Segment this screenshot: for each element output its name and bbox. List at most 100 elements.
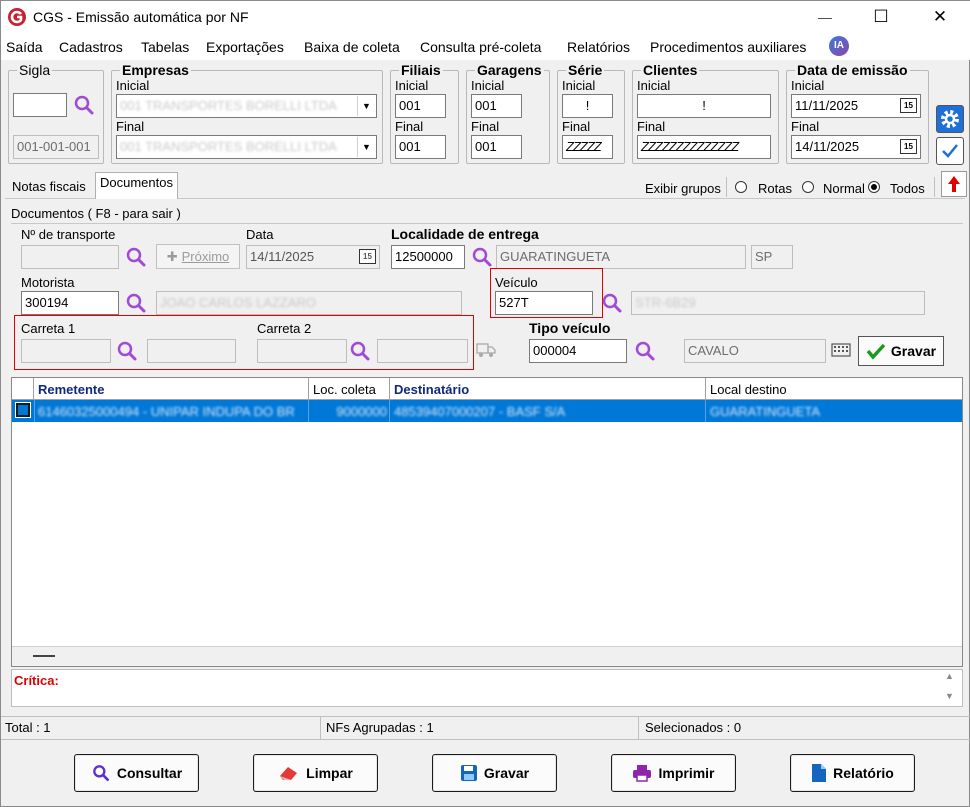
calendar-icon[interactable]: 15 bbox=[359, 249, 376, 264]
row-checkbox[interactable] bbox=[15, 402, 31, 418]
empresas-title: Empresas bbox=[120, 62, 191, 78]
minimize-button[interactable]: — bbox=[811, 5, 839, 29]
data-doc-input[interactable]: 14/11/2025 15 bbox=[246, 245, 380, 269]
garagem-final-input[interactable]: 001 bbox=[471, 135, 522, 159]
veiculo-label: Veículo bbox=[495, 275, 538, 290]
status-nfs-agrupadas: NFs Agrupadas : 1 bbox=[322, 717, 639, 739]
clientes-inicial-label: Inicial bbox=[637, 78, 671, 93]
tipo-veiculo-input[interactable]: 000004 bbox=[529, 339, 627, 363]
search-icon[interactable] bbox=[124, 291, 148, 315]
radio-todos[interactable] bbox=[868, 181, 880, 193]
scroll-up-icon[interactable]: ▲ bbox=[945, 671, 954, 681]
cliente-inicial-input[interactable]: ! bbox=[637, 94, 771, 118]
menu-baixa-coleta[interactable]: Baixa de coleta bbox=[304, 39, 400, 55]
gravar-button[interactable]: Gravar bbox=[432, 754, 557, 792]
garagem-inicial-input[interactable]: 001 bbox=[471, 94, 522, 118]
search-icon[interactable] bbox=[470, 245, 494, 269]
calendar-icon[interactable]: 15 bbox=[900, 139, 917, 154]
serie-inicial-label: Inicial bbox=[562, 78, 596, 93]
radio-normal[interactable] bbox=[802, 181, 814, 193]
row-cell-divider bbox=[705, 400, 706, 422]
tab-notas-fiscais[interactable]: Notas fiscais bbox=[8, 177, 90, 196]
documentos-header: Documentos ( F8 - para sair ) bbox=[11, 206, 181, 221]
carreta2-input[interactable] bbox=[257, 339, 347, 363]
relatorio-button[interactable]: Relatório bbox=[790, 754, 915, 792]
confirm-check-button[interactable] bbox=[936, 137, 964, 165]
maximize-button[interactable]: ☐ bbox=[867, 5, 895, 29]
empresa-final-select[interactable]: 001 TRANSPORTES BORELLI LTDA ▼ bbox=[116, 135, 377, 159]
search-icon[interactable] bbox=[633, 339, 657, 363]
transporte-input[interactable] bbox=[21, 245, 119, 269]
proximo-button[interactable]: ✚ Próximo bbox=[156, 244, 240, 269]
menu-procedimentos-auxiliares[interactable]: Procedimentos auxiliares bbox=[650, 39, 806, 55]
radio-normal-label: Normal bbox=[823, 181, 865, 196]
imprimir-button[interactable]: Imprimir bbox=[611, 754, 736, 792]
check-icon bbox=[942, 144, 958, 158]
close-button[interactable]: ✕ bbox=[926, 5, 954, 29]
filial-inicial-input[interactable]: 001 bbox=[395, 94, 446, 118]
carreta2-label: Carreta 2 bbox=[257, 321, 312, 336]
limpar-button[interactable]: Limpar bbox=[253, 754, 378, 792]
search-icon[interactable] bbox=[115, 339, 139, 363]
doc-gravar-button[interactable]: Gravar bbox=[858, 336, 944, 366]
col-destinatario[interactable]: Destinatário bbox=[394, 382, 469, 397]
sigla-input[interactable] bbox=[13, 93, 67, 117]
empresa-inicial-select[interactable]: 001 TRANSPORTES BORELLI LTDA ▼ bbox=[116, 94, 377, 118]
search-icon bbox=[92, 765, 109, 781]
collapse-up-button[interactable] bbox=[941, 171, 967, 197]
motorista-nome-field: JOAO CARLOS LAZZARO bbox=[156, 291, 462, 315]
veiculo-input[interactable]: 527T bbox=[495, 291, 593, 315]
search-icon[interactable] bbox=[600, 291, 624, 315]
col-remetente[interactable]: Remetente bbox=[38, 382, 104, 397]
radio-rotas-label: Rotas bbox=[758, 181, 792, 196]
serie-inicial-input[interactable]: ! bbox=[562, 94, 613, 118]
col-loc-coleta[interactable]: Loc. coleta bbox=[313, 382, 376, 397]
radio-rotas[interactable] bbox=[735, 181, 747, 193]
settings-gear-button[interactable] bbox=[936, 105, 964, 133]
consultar-label: Consultar bbox=[116, 765, 183, 781]
cliente-final-input[interactable]: ZZZZZZZZZZZZZZ bbox=[637, 135, 771, 159]
status-selecionados: Selecionados : 0 bbox=[645, 720, 742, 735]
filiais-title: Filiais bbox=[399, 62, 443, 78]
exibir-grupos-label: Exibir grupos bbox=[645, 181, 721, 196]
menu-tabelas[interactable]: Tabelas bbox=[141, 39, 189, 55]
scroll-down-icon[interactable]: ▼ bbox=[945, 691, 954, 701]
critica-label: Crítica: bbox=[14, 673, 59, 688]
menu-relatorios[interactable]: Relatórios bbox=[567, 39, 630, 55]
carreta1-input[interactable] bbox=[21, 339, 111, 363]
doc-gravar-label: Gravar bbox=[890, 343, 937, 359]
data-emissao-title: Data de emissão bbox=[795, 62, 910, 78]
empresa-final-value: 001 TRANSPORTES BORELLI LTDA bbox=[120, 139, 337, 154]
keyboard-icon[interactable] bbox=[831, 342, 851, 358]
garagens-final-label: Final bbox=[471, 119, 500, 134]
grid-indicator-col bbox=[12, 378, 34, 400]
truck-icon[interactable] bbox=[475, 340, 497, 360]
motorista-code-input[interactable]: 300194 bbox=[21, 291, 119, 315]
menu-exportacoes[interactable]: Exportações bbox=[206, 39, 284, 55]
serie-final-input[interactable]: ZZZZZ bbox=[562, 135, 613, 159]
col-local-destino[interactable]: Local destino bbox=[710, 382, 787, 397]
data-final-label: Final bbox=[791, 119, 820, 134]
consultar-button[interactable]: Consultar bbox=[74, 754, 199, 792]
tab-documentos[interactable]: Documentos bbox=[95, 172, 178, 199]
data-inicial-input[interactable]: 11/11/2025 15 bbox=[791, 94, 921, 118]
menu-consulta-pre-coleta[interactable]: Consulta pré-coleta bbox=[420, 39, 541, 55]
data-label: Data bbox=[246, 227, 274, 242]
transporte-label: Nº de transporte bbox=[21, 227, 116, 242]
menu-saida[interactable]: Saída bbox=[6, 39, 43, 55]
ia-assistant-icon[interactable]: IA bbox=[829, 36, 849, 56]
sigla-code-field: 001-001-001 bbox=[13, 135, 99, 159]
chevron-down-icon[interactable]: ▼ bbox=[357, 96, 375, 116]
localidade-code-input[interactable]: 12500000 bbox=[391, 245, 465, 269]
menu-cadastros[interactable]: Cadastros bbox=[59, 39, 123, 55]
uf-field: SP bbox=[751, 245, 793, 269]
separator bbox=[726, 177, 727, 197]
garagens-title: Garagens bbox=[475, 62, 544, 78]
chevron-down-icon[interactable]: ▼ bbox=[357, 137, 375, 157]
calendar-icon[interactable]: 15 bbox=[900, 98, 917, 113]
search-icon[interactable] bbox=[348, 339, 372, 363]
search-icon[interactable] bbox=[72, 93, 96, 117]
filial-final-input[interactable]: 001 bbox=[395, 135, 446, 159]
search-icon[interactable] bbox=[124, 245, 148, 269]
data-final-input[interactable]: 14/11/2025 15 bbox=[791, 135, 921, 159]
